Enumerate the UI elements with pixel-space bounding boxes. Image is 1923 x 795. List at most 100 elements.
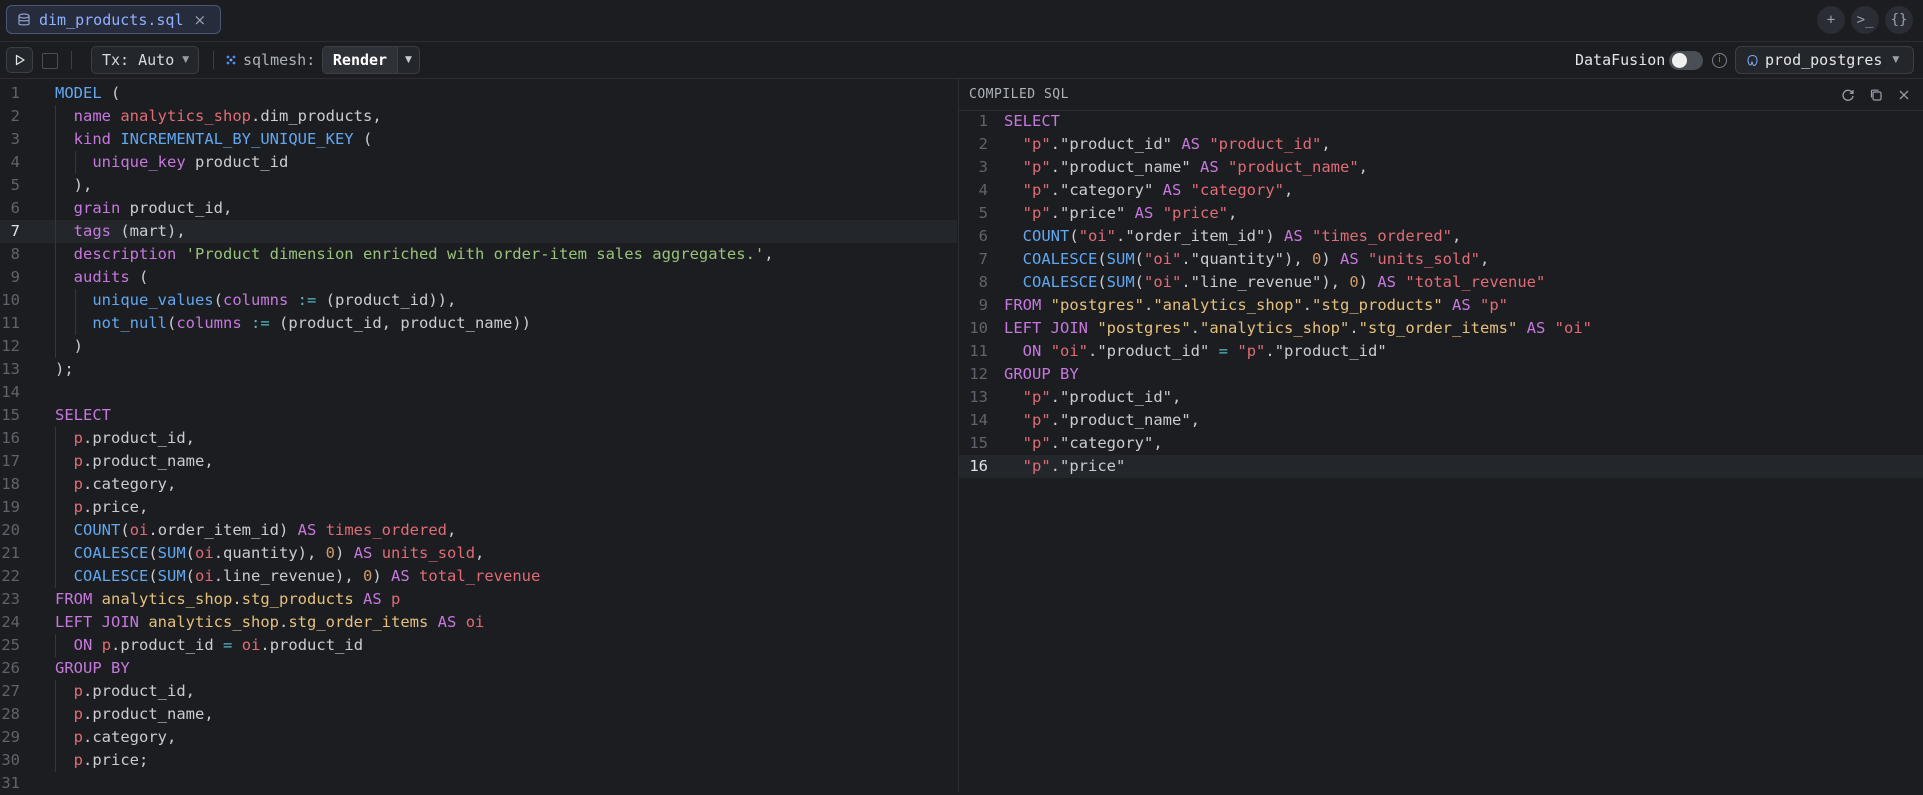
stop-icon[interactable] [42, 53, 58, 69]
code-token: ."price" [1050, 204, 1135, 222]
code-token: "total_revenue" [1405, 273, 1546, 291]
copy-icon[interactable] [1868, 87, 1884, 103]
line-number: 28 [1, 705, 20, 723]
connection-select[interactable]: prod_postgres ▼ [1735, 46, 1914, 74]
code-token: "product_name" [1228, 158, 1359, 176]
code-text: ), [55, 174, 93, 197]
line-number: 5 [978, 204, 988, 222]
line-number: 21 [1, 544, 20, 562]
line-number: 30 [1, 751, 20, 769]
code-text: tags (mart), [55, 220, 186, 243]
refresh-icon[interactable] [1840, 87, 1856, 103]
code-line: 29 p.category, [0, 726, 957, 749]
code-token: ."category", [1050, 434, 1163, 452]
line-number: 8 [10, 245, 20, 263]
source-editor[interactable]: 1 MODEL (2 name analytics_shop.dim_produc… [0, 79, 957, 792]
code-token: . [1302, 296, 1312, 314]
code-token: p [73, 429, 84, 447]
code-token: "p" [1022, 434, 1051, 452]
line-number: 14 [1, 383, 20, 401]
code-token: . [1190, 319, 1201, 337]
code-token: analytics_shop [148, 613, 279, 631]
code-token: oi [465, 613, 485, 631]
line-number: 3 [978, 158, 988, 176]
compiled-sql-editor[interactable]: 1 SELECT 2 "p"."product_id" AS "product_id… [959, 110, 1923, 792]
code-line: 12 ) [0, 335, 957, 358]
line-number: 14 [969, 411, 988, 429]
code-token: "price" [1162, 204, 1229, 222]
code-text: COALESCE(SUM("oi"."line_revenue"), 0) AS… [1004, 271, 1546, 294]
code-token: ( [1134, 273, 1145, 291]
code-token: (product_id, product_name)) [269, 314, 531, 332]
close-icon[interactable] [1896, 87, 1912, 103]
code-token: "p" [1022, 204, 1051, 222]
code-text: p.product_id, [55, 680, 195, 703]
new-tab-button[interactable]: + [1817, 6, 1845, 34]
line-number: 27 [1, 682, 20, 700]
code-token: "p" [1022, 181, 1051, 199]
code-text: grain product_id, [55, 197, 233, 220]
database-icon [18, 12, 30, 25]
line-number: 13 [1, 360, 20, 378]
code-token: ) [335, 544, 354, 562]
indent-guide [75, 151, 76, 174]
code-line: 24 LEFT JOIN analytics_shop.stg_order_ite… [0, 611, 957, 634]
code-token: MODEL [55, 84, 102, 102]
code-token: AS [1340, 250, 1359, 268]
render-button[interactable]: Render [322, 46, 398, 74]
code-token: , [447, 521, 457, 539]
line-number: 17 [1, 452, 20, 470]
code-text: FROM "postgres"."analytics_shop"."stg_pr… [1004, 294, 1508, 317]
line-number: 18 [1, 475, 20, 493]
code-token: = [223, 636, 233, 654]
code-text: p.product_name, [55, 703, 214, 726]
braces-button[interactable]: {} [1885, 6, 1913, 34]
code-line: 3 "p"."product_name" AS "product_name", [959, 156, 1923, 179]
run-button[interactable] [6, 47, 33, 73]
line-number: 7 [10, 222, 20, 240]
code-token: ON [73, 636, 93, 654]
code-token: := [297, 291, 317, 309]
code-token: ( [213, 291, 223, 309]
code-token: ."product_name" [1050, 158, 1200, 176]
code-line: 11 ON "oi"."product_id" = "p"."product_i… [959, 340, 1923, 363]
code-token: ( [353, 130, 373, 148]
datafusion-toggle[interactable] [1669, 51, 1703, 70]
code-token: . [1144, 296, 1154, 314]
tab-dim-products[interactable]: dim_products.sql × [6, 5, 221, 34]
line-number: 6 [10, 199, 20, 217]
info-icon[interactable]: i [1712, 53, 1727, 68]
code-text: p.category, [55, 726, 177, 749]
chevron-down-icon: ▼ [182, 55, 190, 65]
code-token: ( [185, 567, 196, 585]
code-token: .dim_products, [251, 107, 382, 125]
code-token: COUNT [73, 521, 121, 539]
code-token: ."product_name", [1050, 411, 1200, 429]
line-number: 9 [978, 296, 988, 314]
tab-close-icon[interactable]: × [194, 11, 207, 29]
compiled-sql-title: COMPILED SQL [969, 87, 1069, 102]
code-line: 5 "p"."price" AS "price", [959, 202, 1923, 225]
terminal-button[interactable]: >_ [1851, 6, 1879, 34]
code-line: 8 description 'Product dimension enriche… [0, 243, 957, 266]
sqlmesh-indicator: sqlmesh: [225, 51, 315, 69]
transaction-mode-select[interactable]: Tx: Auto ▼ [91, 46, 199, 74]
code-text: "p"."product_name" AS "product_name", [1004, 156, 1368, 179]
line-number: 6 [978, 227, 988, 245]
code-token: LEFT JOIN [55, 613, 139, 631]
render-dropdown-button[interactable]: ▼ [397, 46, 420, 74]
code-text: ON "oi"."product_id" = "p"."product_id" [1004, 340, 1387, 363]
code-token: , [1321, 135, 1331, 153]
code-token: total_revenue [419, 567, 541, 585]
code-text: p.product_id, [55, 427, 195, 450]
